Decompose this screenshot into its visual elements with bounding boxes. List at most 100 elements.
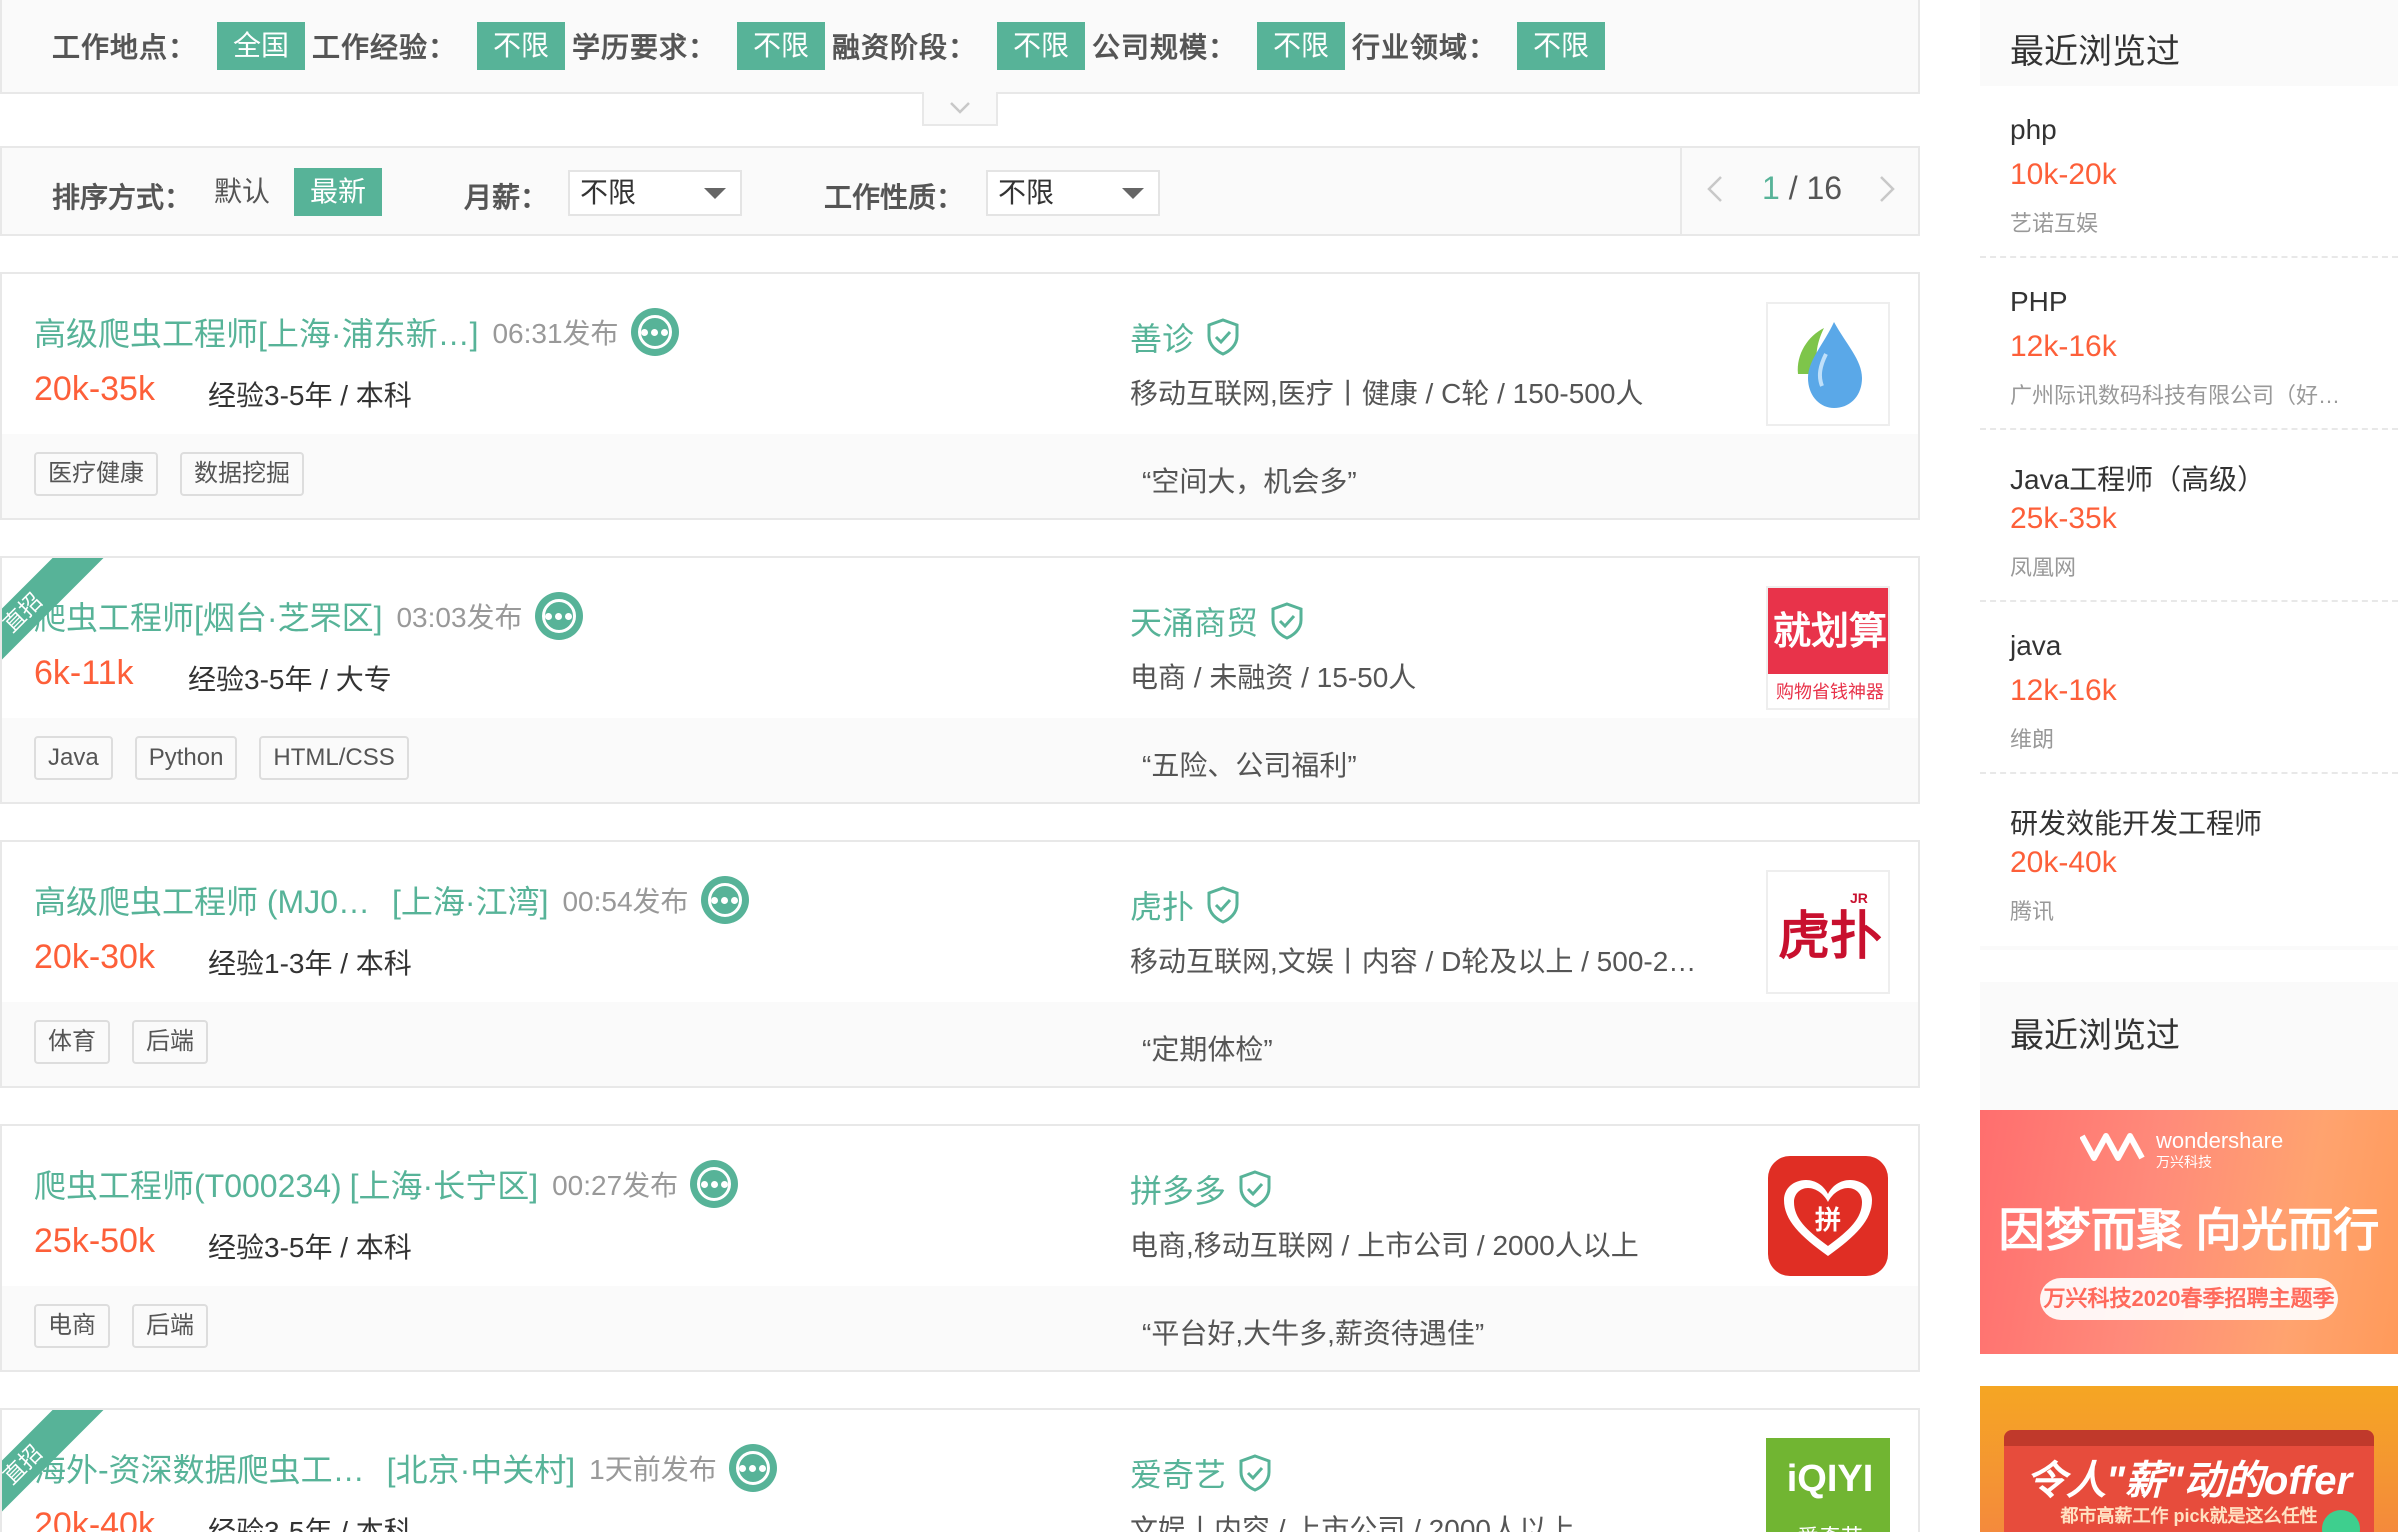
expand-filters-button[interactable] xyxy=(922,92,998,126)
pager-prev-button[interactable] xyxy=(1706,174,1724,212)
job-nature-select-value: 不限 xyxy=(998,177,1055,208)
salary-select-value: 不限 xyxy=(580,177,637,208)
job-requirement: 经验3-5年 / 大专 xyxy=(188,664,392,695)
job-location[interactable]: [上海·长宁区] xyxy=(350,1161,538,1207)
sort-bar: 排序方式： 默认 最新 月薪： 不限 工作性质： 不限 1 / 16 xyxy=(0,146,1920,236)
job-title-link[interactable]: 高级爬虫工程师 (MJ0… xyxy=(34,877,370,923)
recent-job-salary: 10k-20k xyxy=(2010,158,2117,191)
ad-banner-wondershare[interactable]: wondershare 万兴科技 因梦而聚 向光而行 万兴科技2020春季招聘主… xyxy=(1980,1110,2398,1354)
job-card[interactable]: 高级爬虫工程师 [上海·浦东新…] 06:31发布 20k-35k 经验3-5年… xyxy=(0,272,1920,520)
recent-job-name[interactable]: java xyxy=(2010,630,2061,662)
job-card[interactable]: 爬虫工程师(T000234) [上海·长宁区] 00:27发布 25k-50k … xyxy=(0,1124,1920,1372)
salary-select[interactable]: 不限 xyxy=(568,170,742,216)
company-logo[interactable]: iQIYI 爱奇艺 xyxy=(1766,1438,1890,1532)
job-title-link[interactable]: 高级爬虫工程师 xyxy=(34,309,258,355)
job-nature-select[interactable]: 不限 xyxy=(986,170,1160,216)
job-tags: Java Python HTML/CSS xyxy=(34,736,409,780)
company-logo[interactable]: 拼 xyxy=(1766,1154,1890,1278)
job-time: 03:03发布 xyxy=(396,602,523,633)
recent-job-name[interactable]: PHP xyxy=(2010,286,2068,318)
job-location[interactable]: [上海·江湾] xyxy=(392,877,548,923)
company-row: 虎扑 xyxy=(1130,882,1240,928)
job-card-top: 海外-资深数据爬虫工… [北京·中关村] 1天前发布 20k-40k 经验3-5… xyxy=(2,1410,1918,1532)
chevron-left-icon xyxy=(1707,176,1722,202)
recent-item[interactable]: java 12k-16k 维朗 xyxy=(1980,602,2398,774)
job-title-link[interactable]: 海外-资深数据爬虫工… xyxy=(34,1445,365,1491)
ad-banner-offer[interactable]: 令人"薪"动的offer 都市高薪工作 pick就是这么任性 xyxy=(1980,1386,2398,1532)
job-tag: 数据挖掘 xyxy=(180,452,304,496)
company-info: 移动互联网,医疗丨健康 / C轮 / 150-500人 xyxy=(1130,378,1644,409)
recent-job-company: 艺诺互娱 xyxy=(2010,211,2099,236)
job-title-link[interactable]: 爬虫工程师(T000234) xyxy=(34,1161,342,1207)
company-row: 拼多多 xyxy=(1130,1166,1272,1212)
job-location[interactable]: [上海·浦东新…] xyxy=(258,309,478,355)
verified-shield-icon xyxy=(1207,318,1239,356)
caret-down-icon xyxy=(1122,188,1144,199)
recent-job-company: 凤凰网 xyxy=(2010,555,2077,580)
pager-total: 16 xyxy=(1806,170,1843,206)
pager-next-button[interactable] xyxy=(1878,174,1896,212)
company-name-link[interactable]: 善诊 xyxy=(1130,314,1194,360)
filter-label: 行业领域： xyxy=(1352,32,1498,63)
company-logo[interactable]: 就划算 购物省钱神器 xyxy=(1766,586,1890,710)
company-name-link[interactable]: 拼多多 xyxy=(1130,1166,1226,1212)
filter-location: 工作地点： 全国 xyxy=(52,22,306,70)
company-logo-subtext: 爱奇艺 xyxy=(1768,1520,1888,1532)
chat-icon[interactable] xyxy=(690,1160,739,1208)
recent-viewed-panel: 最近浏览过 php 10k-20k 艺诺互娱 PHP 12k-16k 广州际讯数… xyxy=(1980,0,2398,950)
job-time: 00:27发布 xyxy=(552,1170,679,1201)
job-tags: 医疗健康 数据挖掘 xyxy=(34,452,304,496)
chat-icon[interactable] xyxy=(728,1444,777,1492)
recent-job-name[interactable]: 研发效能开发工程师 xyxy=(2010,802,2262,842)
company-row: 天涌商贸 xyxy=(1130,598,1304,644)
chat-icon[interactable] xyxy=(700,876,749,924)
job-card[interactable]: 高级爬虫工程师 (MJ0… [上海·江湾] 00:54发布 20k-30k 经验… xyxy=(0,840,1920,1088)
recent-item[interactable]: PHP 12k-16k 广州际讯数码科技有限公司（好… xyxy=(1980,258,2398,430)
filter-industry-value[interactable]: 不限 xyxy=(1517,22,1606,70)
filter-experience-value[interactable]: 不限 xyxy=(477,22,566,70)
company-logo[interactable] xyxy=(1766,302,1890,426)
company-name-link[interactable]: 天涌商贸 xyxy=(1130,598,1258,644)
chat-icon[interactable] xyxy=(630,308,679,356)
job-card[interactable]: 爬虫工程师 [烟台·芝罘区] 03:03发布 6k-11k 经验3-5年 / 大… xyxy=(0,556,1920,804)
filter-company-size-value[interactable]: 不限 xyxy=(1257,22,1346,70)
salary-label: 月薪： xyxy=(464,182,549,213)
pager-separator: / xyxy=(1779,170,1807,206)
job-time: 06:31发布 xyxy=(492,318,619,349)
chat-icon[interactable] xyxy=(534,592,583,640)
filter-label: 工作经验： xyxy=(312,32,458,63)
job-time: 1天前发布 xyxy=(589,1454,717,1485)
company-info: 移动互联网,文娱丨内容 / D轮及以上 / 500-2… xyxy=(1130,946,1697,977)
recent-job-name[interactable]: php xyxy=(2010,114,2057,146)
job-tag: 后端 xyxy=(132,1304,208,1348)
sort-option-latest[interactable]: 最新 xyxy=(294,168,383,216)
filter-bar: 工作地点： 全国 工作经验： 不限 学历要求： 不限 融资阶段： 不限 公司规模… xyxy=(0,0,1920,94)
company-row: 善诊 xyxy=(1130,314,1240,360)
filter-funding-value[interactable]: 不限 xyxy=(997,22,1086,70)
caret-down-icon xyxy=(704,188,726,199)
job-card[interactable]: 海外-资深数据爬虫工… [北京·中关村] 1天前发布 20k-40k 经验3-5… xyxy=(0,1408,1920,1532)
job-tags: 体育 后端 xyxy=(34,1020,208,1064)
ad-subline: 万兴科技2020春季招聘主题季 xyxy=(2043,1286,2335,1311)
filter-education-value[interactable]: 不限 xyxy=(737,22,826,70)
company-quote: “五险、公司福利” xyxy=(1142,750,1357,781)
job-salary: 25k-50k xyxy=(34,1222,155,1260)
filter-location-value[interactable]: 全国 xyxy=(217,22,306,70)
recent-item[interactable]: 研发效能开发工程师 20k-40k 腾讯 xyxy=(1980,774,2398,946)
job-card-top: 爬虫工程师 [烟台·芝罘区] 03:03发布 6k-11k 经验3-5年 / 大… xyxy=(2,558,1918,718)
company-name-link[interactable]: 虎扑 xyxy=(1130,882,1194,928)
job-requirement: 经验3-5年 / 本科 xyxy=(208,1516,412,1532)
recent-job-name[interactable]: Java工程师（高级） xyxy=(2010,458,2265,498)
pager-current: 1 xyxy=(1762,170,1780,206)
ad-brand: wondershare xyxy=(2156,1128,2284,1153)
job-location[interactable]: [烟台·芝罘区] xyxy=(194,593,382,639)
job-title-row: 爬虫工程师 [烟台·芝罘区] 03:03发布 xyxy=(34,592,583,640)
recent-item[interactable]: Java工程师（高级） 25k-35k 凤凰网 xyxy=(1980,430,2398,602)
sort-option-default[interactable]: 默认 xyxy=(198,168,286,216)
job-location[interactable]: [北京·中关村] xyxy=(387,1445,575,1491)
recent-item[interactable]: php 10k-20k 艺诺互娱 xyxy=(1980,86,2398,258)
company-name-link[interactable]: 爱奇艺 xyxy=(1130,1450,1226,1496)
chevron-right-icon xyxy=(1880,176,1895,202)
company-logo[interactable]: 虎扑 JR xyxy=(1766,870,1890,994)
job-salary: 20k-30k xyxy=(34,938,155,976)
